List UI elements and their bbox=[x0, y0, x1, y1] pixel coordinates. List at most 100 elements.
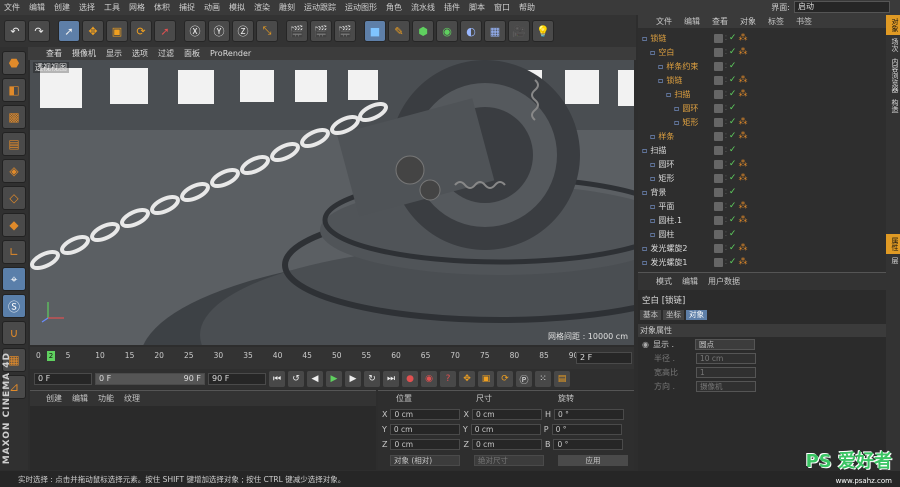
model-mode-button[interactable]: ◧ bbox=[2, 78, 26, 102]
points-mode-button[interactable]: ◈ bbox=[2, 159, 26, 183]
polygons-mode-button[interactable]: ◆ bbox=[2, 213, 26, 237]
z-axis-button[interactable]: Ⓩ bbox=[232, 20, 254, 42]
object-row[interactable]: ▫ 发光螺旋2 ⁚ ✓ ⁂ bbox=[638, 241, 878, 255]
live-select-button[interactable]: ➚ bbox=[58, 20, 80, 42]
visibility-dots-icon[interactable]: ⁚ bbox=[725, 63, 727, 70]
material-menu-edit[interactable]: 编辑 bbox=[72, 393, 88, 404]
visibility-dots-icon[interactable]: ⁚ bbox=[725, 49, 727, 56]
visibility-dots-icon[interactable]: ⁚ bbox=[725, 147, 727, 154]
interface-select[interactable]: 启动 bbox=[794, 1, 890, 13]
object-row[interactable]: ▫ 发光螺旋1 ⁚ ✓ ⁂ bbox=[638, 255, 878, 269]
light-button[interactable]: 💡 bbox=[532, 20, 554, 42]
attr-menu-edit[interactable]: 编辑 bbox=[682, 276, 698, 287]
layer-swatch[interactable] bbox=[714, 173, 723, 183]
visibility-dots-icon[interactable]: ⁚ bbox=[725, 245, 727, 252]
tag-icon[interactable]: ⁂ bbox=[738, 89, 747, 99]
menu-item-edit[interactable]: 编辑 bbox=[29, 2, 45, 13]
material-menu-texture[interactable]: 纹理 bbox=[124, 393, 140, 404]
tag-icon[interactable]: ⁂ bbox=[738, 215, 747, 225]
attr-subtab-object[interactable]: 对象 bbox=[686, 310, 707, 320]
layer-swatch[interactable] bbox=[714, 229, 723, 239]
object-row[interactable]: ▫ 空白 ⁚ ✓ ⁂ bbox=[638, 45, 878, 59]
menu-item-window[interactable]: 窗口 bbox=[494, 2, 510, 13]
menu-item-volume[interactable]: 体积 bbox=[154, 2, 170, 13]
menu-item-animate[interactable]: 动画 bbox=[204, 2, 220, 13]
tweak-button[interactable]: ⌖ bbox=[2, 267, 26, 291]
make-editable-button[interactable]: ⬣ bbox=[2, 51, 26, 75]
menu-item-snap[interactable]: 捕捉 bbox=[179, 2, 195, 13]
rotate-button[interactable]: ⟳ bbox=[130, 20, 152, 42]
perspective-viewport[interactable]: 透视视图 网格间距 : 10000 cm bbox=[30, 60, 634, 345]
object-row[interactable]: ▫ 圆环 ⁚ ✓ ⁂ bbox=[638, 157, 878, 171]
viewport-menu-view[interactable]: 查看 bbox=[46, 48, 62, 59]
object-row[interactable]: ▫ 平面 ⁚ ✓ ⁂ bbox=[638, 199, 878, 213]
material-menu-function[interactable]: 功能 bbox=[98, 393, 114, 404]
object-row[interactable]: ▫ 矩形 ⁚ ✓ ⁂ bbox=[638, 171, 878, 185]
viewport-menu-display[interactable]: 显示 bbox=[106, 48, 122, 59]
object-row[interactable]: ▫ 扫描 ⁚ ✓ ⁂ bbox=[638, 87, 878, 101]
radio-icon[interactable]: ◉ bbox=[642, 340, 649, 349]
keyframe-selection-button[interactable]: ? bbox=[440, 371, 456, 387]
tag-icon[interactable]: ⁂ bbox=[738, 257, 747, 267]
menu-item-help[interactable]: 帮助 bbox=[519, 2, 535, 13]
side-tab-objects[interactable]: 对象 bbox=[886, 15, 900, 35]
tag-icon[interactable]: ⁂ bbox=[738, 243, 747, 253]
move-button[interactable]: ✥ bbox=[82, 20, 104, 42]
object-row[interactable]: ▫ 样条约束 ⁚ ✓ bbox=[638, 59, 878, 73]
floor-button[interactable]: ▦ bbox=[484, 20, 506, 42]
attr-menu-mode[interactable]: 模式 bbox=[656, 276, 672, 287]
y-axis-button[interactable]: Ⓨ bbox=[208, 20, 230, 42]
layer-swatch[interactable] bbox=[714, 145, 723, 155]
menu-item-mesh[interactable]: 网格 bbox=[129, 2, 145, 13]
object-row[interactable]: ▫ 样条 ⁚ ✓ ⁂ bbox=[638, 129, 878, 143]
layer-swatch[interactable] bbox=[714, 33, 723, 43]
camera-button[interactable]: 🎥 bbox=[508, 20, 530, 42]
menu-item-plugins[interactable]: 插件 bbox=[444, 2, 460, 13]
menu-item-mograph[interactable]: 运动图形 bbox=[345, 2, 377, 13]
current-frame-field[interactable]: 2 F bbox=[576, 352, 632, 364]
auto-key-button[interactable]: ◉ bbox=[421, 371, 437, 387]
visibility-dots-icon[interactable]: ⁚ bbox=[725, 161, 727, 168]
object-row[interactable]: ▫ 矩形 ⁚ ✓ ⁂ bbox=[638, 115, 878, 129]
timeline-playhead[interactable]: 2 bbox=[47, 351, 55, 361]
rotation-b-field[interactable]: 0 ° bbox=[553, 439, 624, 450]
coord-mode-select[interactable]: 对象 (相对) bbox=[390, 455, 460, 466]
visibility-dots-icon[interactable]: ⁚ bbox=[725, 203, 727, 210]
next-frame-button[interactable]: ▶ bbox=[345, 371, 361, 387]
size-x-field[interactable]: 0 cm bbox=[471, 409, 542, 420]
visibility-dots-icon[interactable]: ⁚ bbox=[725, 133, 727, 140]
layer-swatch[interactable] bbox=[714, 243, 723, 253]
cube-button[interactable]: ■ bbox=[364, 20, 386, 42]
enabled-check-icon[interactable]: ✓ bbox=[729, 117, 737, 127]
range-slider[interactable]: 0 F 90 F bbox=[95, 373, 205, 385]
layer-swatch[interactable] bbox=[714, 75, 723, 85]
visibility-dots-icon[interactable]: ⁚ bbox=[725, 35, 727, 42]
layer-swatch[interactable] bbox=[714, 131, 723, 141]
attr-subtab-basic[interactable]: 基本 bbox=[640, 310, 661, 320]
enabled-check-icon[interactable]: ✓ bbox=[729, 257, 737, 267]
size-y-field[interactable]: 0 cm bbox=[470, 424, 541, 435]
enabled-check-icon[interactable]: ✓ bbox=[729, 173, 737, 183]
rotation-h-field[interactable]: 0 ° bbox=[553, 409, 624, 420]
x-axis-button[interactable]: Ⓧ bbox=[184, 20, 206, 42]
object-row[interactable]: ▫ 圆柱 ⁚ ✓ bbox=[638, 227, 878, 241]
material-menu-create[interactable]: 创建 bbox=[46, 393, 62, 404]
scale-button[interactable]: ▣ bbox=[106, 20, 128, 42]
object-row[interactable]: ▫ 扫描 ⁚ ✓ bbox=[638, 143, 878, 157]
coord-system-button[interactable]: ⤡ bbox=[256, 20, 278, 42]
object-row[interactable]: ▫ 圆柱.1 ⁚ ✓ ⁂ bbox=[638, 213, 878, 227]
texture-mode-button[interactable]: ▩ bbox=[2, 105, 26, 129]
side-tab-layers[interactable]: 层 bbox=[886, 254, 900, 267]
visibility-dots-icon[interactable]: ⁚ bbox=[725, 77, 727, 84]
key-param-button[interactable]: Ⓟ bbox=[516, 371, 532, 387]
menu-item-select[interactable]: 选择 bbox=[79, 2, 95, 13]
render-settings-button[interactable]: 🎬 bbox=[334, 20, 356, 42]
visibility-dots-icon[interactable]: ⁚ bbox=[725, 259, 727, 266]
tag-icon[interactable]: ⁂ bbox=[738, 33, 747, 43]
side-tab-takes[interactable]: 场次 bbox=[886, 35, 900, 55]
undo-button[interactable]: ↶ bbox=[4, 20, 26, 42]
film-button[interactable]: ▤ bbox=[554, 371, 570, 387]
layer-swatch[interactable] bbox=[714, 257, 723, 267]
prev-frame-button[interactable]: ◀ bbox=[307, 371, 323, 387]
visibility-dots-icon[interactable]: ⁚ bbox=[725, 91, 727, 98]
